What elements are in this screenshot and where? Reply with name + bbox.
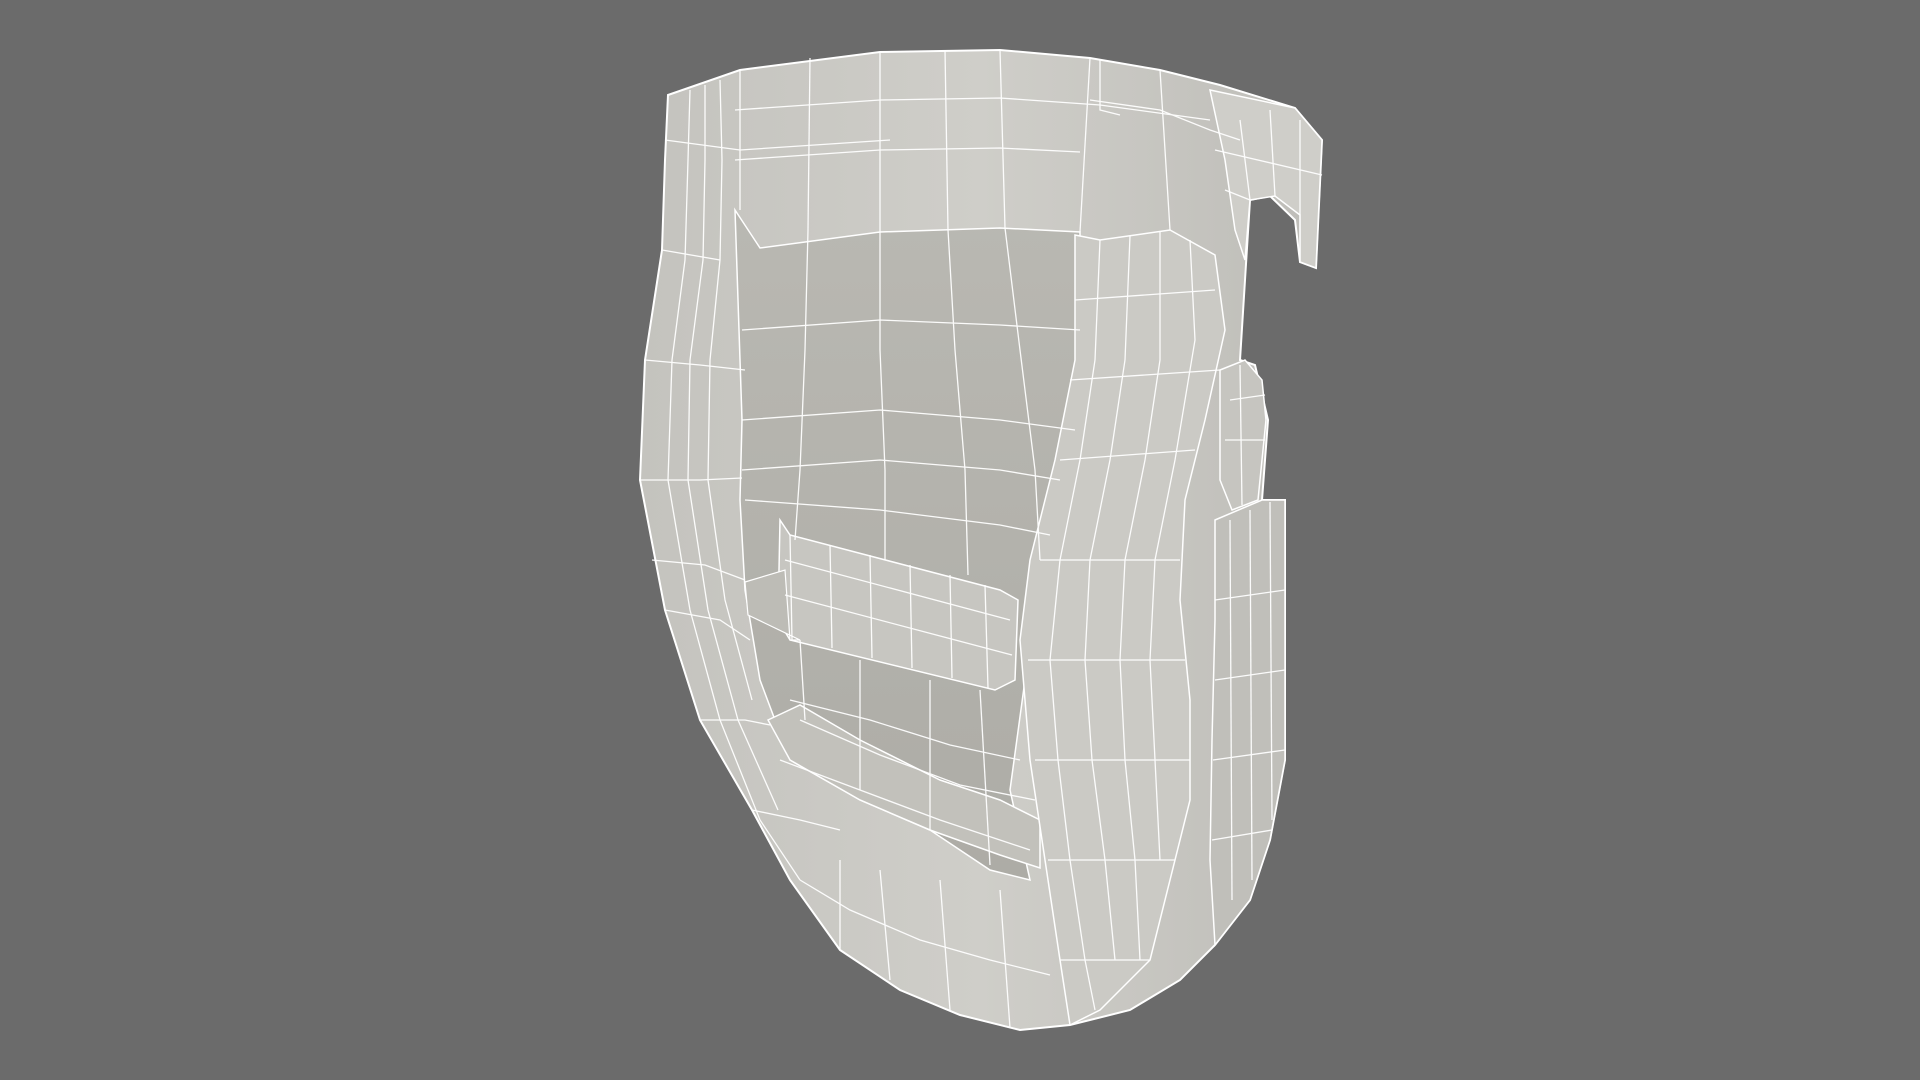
side-clip xyxy=(1219,359,1267,511)
side-panel xyxy=(1209,499,1286,948)
wireframe-model xyxy=(638,48,1324,1032)
render-viewport xyxy=(0,0,1920,1080)
